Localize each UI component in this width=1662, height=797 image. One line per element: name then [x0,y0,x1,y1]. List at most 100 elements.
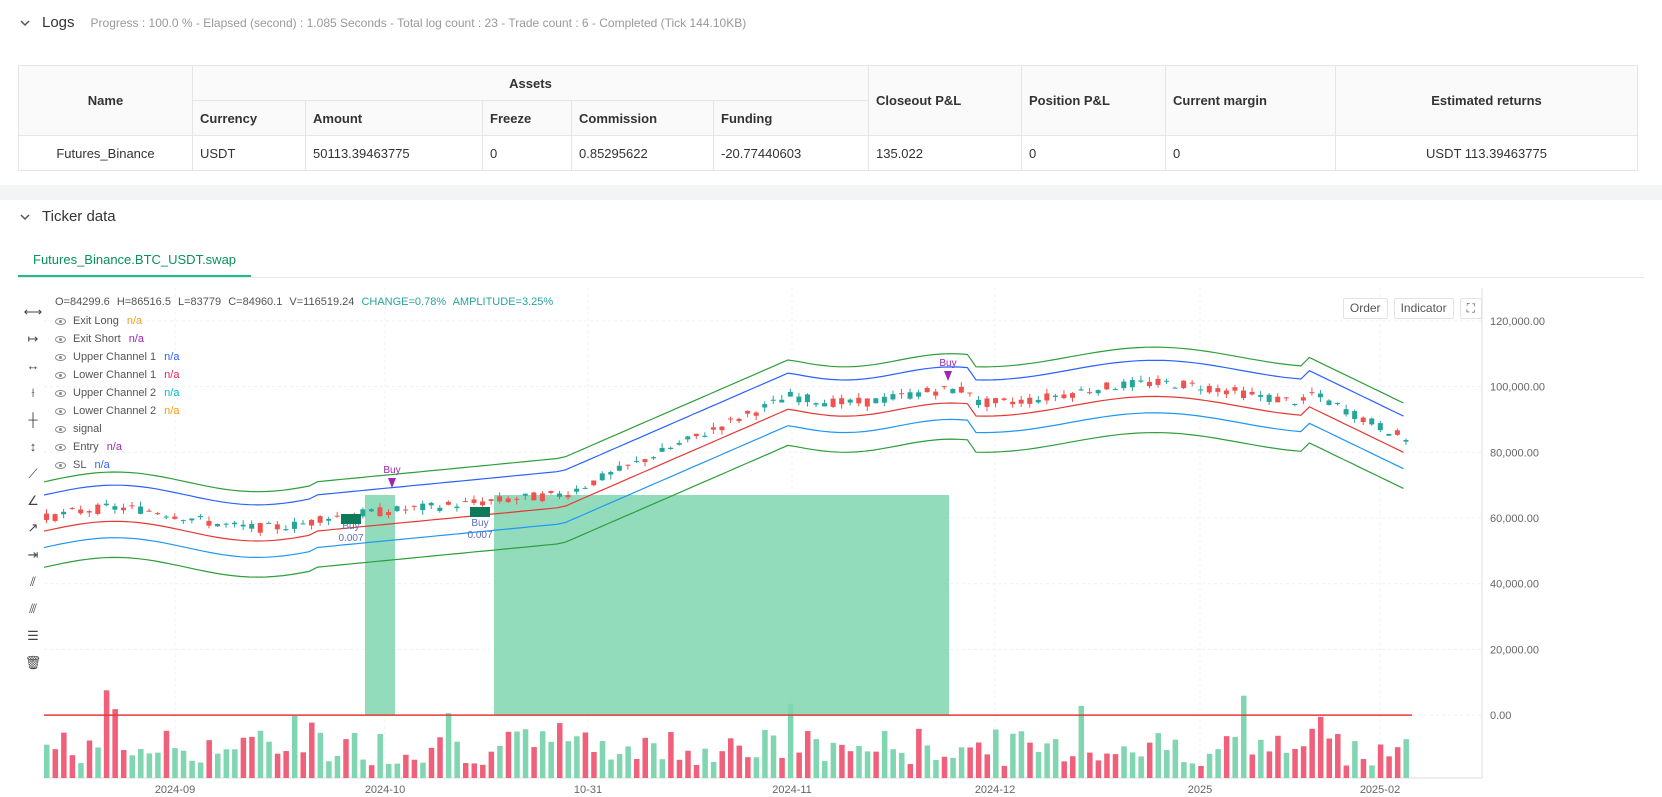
trendline-icon[interactable]: ⟋ [22,460,44,487]
legend-item[interactable]: Upper Channel 1 n/a [55,348,557,366]
vertical-range-icon[interactable]: ↕ [22,433,44,460]
volume-bar [428,747,435,778]
legend-label: Upper Channel 2 [73,387,157,399]
tab-btc-usdt-swap[interactable]: Futures_Binance.BTC_USDT.swap [18,242,252,277]
volume-bar [1044,743,1050,778]
fib-retracement-icon[interactable]: ☰ [22,622,44,649]
trash-icon[interactable]: 🗑 [22,649,44,676]
legend-item[interactable]: Exit Short n/a [55,330,557,348]
volume-bar [881,730,888,778]
eye-icon[interactable] [55,443,66,451]
indicator-button[interactable]: Indicator [1393,298,1454,319]
volume-bar [625,746,631,778]
candle-body [1266,394,1272,402]
legend-item[interactable]: Lower Channel 1 n/a [55,366,557,384]
eye-icon[interactable] [55,425,66,433]
volume-bar [958,747,965,778]
eye-icon[interactable] [55,461,66,469]
candle-body [941,386,947,388]
volume-bar [1403,739,1409,778]
volume-bar [1121,746,1127,778]
eye-icon[interactable] [55,317,66,325]
candle-body [189,518,195,521]
chevron-down-icon[interactable] [18,210,32,224]
candle-body [1027,397,1033,404]
eye-icon[interactable] [55,389,66,397]
crossline-icon[interactable]: ┼ [22,406,44,433]
volume-bar [86,740,93,778]
chart-area[interactable]: 120,000.00 100,000.00 80,000.00 60,000.00 40… [0,288,1662,797]
volume-bar [642,737,648,778]
eye-icon[interactable] [55,371,66,379]
volume-bar [257,730,264,778]
arrow-line-icon[interactable]: ↗ [22,514,44,541]
volume-bar [61,732,67,778]
candle-body [1232,387,1238,391]
candle-body [1223,390,1229,395]
eye-icon[interactable] [55,353,66,361]
candle-body [368,509,374,512]
logs-header[interactable]: Logs Progress : 100.0 % - Elapsed (secon… [18,14,746,31]
candle-body [642,459,648,463]
vertical-line-icon[interactable]: ⟊ [22,379,44,406]
candle-body [1394,430,1400,435]
eye-icon[interactable] [55,335,66,343]
y-tick-label: 80,000.00 [1490,447,1539,459]
legend-item[interactable]: Upper Channel 2 n/a [55,384,557,402]
candle-body [975,399,981,406]
parallel-channel-icon[interactable]: ⫽ [22,568,44,595]
trend-angle-icon[interactable]: ∠ [22,487,44,514]
pitchfork-icon[interactable]: ⫻ [22,595,44,622]
legend-item[interactable]: Exit Long n/a [55,312,557,330]
candle-body [360,509,366,517]
candle-body [1258,395,1264,397]
horizontal-line-icon[interactable]: ⟷ [22,298,44,325]
ray-icon[interactable]: ↦ [22,325,44,352]
measure-icon[interactable]: ⇥ [22,541,44,568]
volume-bar [693,764,700,778]
x-tick-label: 2024-09 [155,784,195,796]
trade-annotation: 0.007 [467,530,492,541]
legend-item[interactable]: Entry n/a [55,438,557,456]
col-amount: Amount [305,100,483,136]
volume-bar [1309,728,1315,778]
volume-bar [266,741,272,778]
eye-icon[interactable] [55,407,66,415]
volume-bar [1155,733,1161,778]
candle-body [539,493,545,502]
drawing-toolbar: ⟷ ↦ ↔ ⟊ ┼ ↕ ⟋ ∠ ↗ ⇥ ⫽ ⫻ ☰ 🗑 [22,298,44,676]
candle-body [514,498,520,500]
legend-item[interactable]: signal [55,420,557,438]
volume-bar [232,749,238,778]
candle-body [86,511,92,513]
volume-bar [1018,731,1025,778]
candle-body [873,398,879,404]
candle-body [710,427,716,430]
candle-body [95,504,101,514]
candle-body [676,442,682,445]
extended-line-icon[interactable]: ↔ [22,352,44,379]
legend-item[interactable]: SL n/a [55,456,557,474]
candle-body [420,503,426,511]
legend-item[interactable]: Lower Channel 2 n/a [55,402,557,420]
ticker-panel: Ticker data Futures_Binance.BTC_USDT.swa… [0,200,1662,797]
fullscreen-icon[interactable]: ⛶ [1459,298,1482,319]
candle-body [138,506,144,514]
ohlc-readout: O=84299.6 H=86516.5 L=83779 C=84960.1 V=… [55,296,557,308]
order-button[interactable]: Order [1342,298,1388,319]
candle-body [197,516,203,518]
candle-body [1300,397,1306,401]
chart-legend: O=84299.6 H=86516.5 L=83779 C=84960.1 V=… [55,296,557,474]
candle-body [480,501,486,506]
candle-body [1061,394,1067,399]
ticker-header[interactable]: Ticker data [18,208,116,225]
volume-bar [1326,738,1332,778]
volume-bar [103,690,110,778]
volume-bar [368,765,375,778]
volume-bar [745,757,751,778]
volume-bar [454,741,460,778]
volume-bar [967,747,973,778]
candle-body [1352,411,1358,420]
chevron-down-icon[interactable] [18,16,32,30]
volume-bar [1360,759,1367,778]
